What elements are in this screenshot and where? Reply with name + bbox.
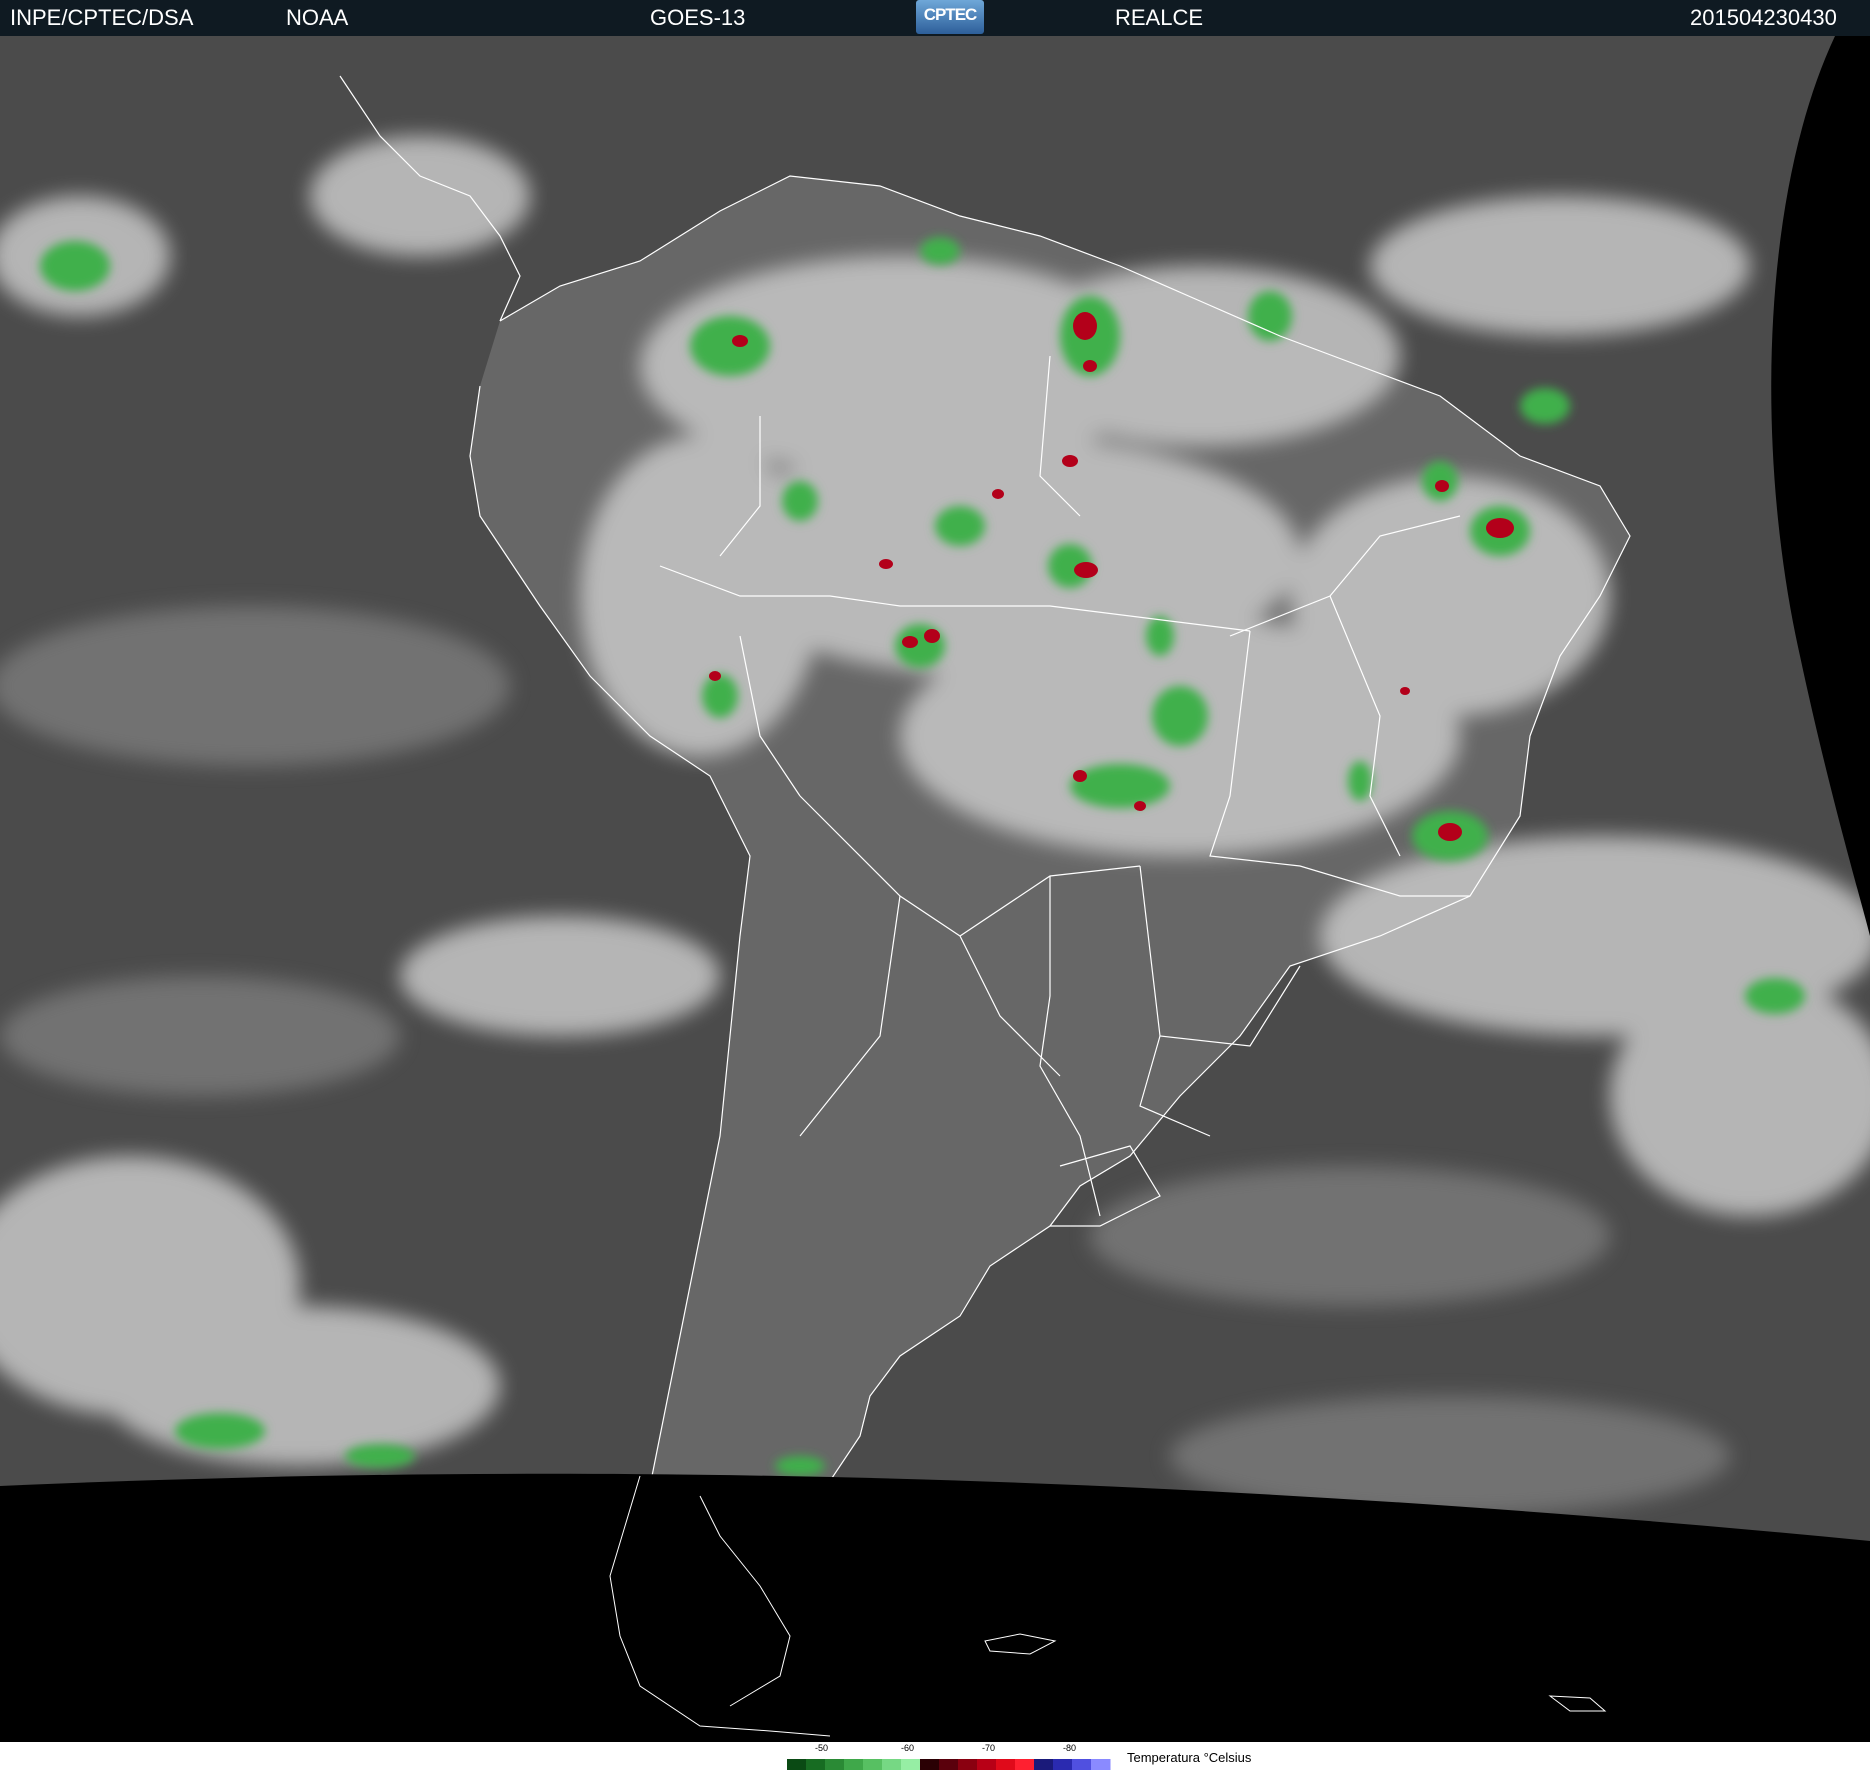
legend-tick: -50 <box>815 1743 829 1753</box>
satellite-label: GOES-13 <box>650 5 746 30</box>
legend-swatch <box>1053 1759 1073 1770</box>
legend-swatch <box>901 1759 921 1770</box>
legend-swatch <box>977 1759 997 1770</box>
legend-swatch <box>1034 1759 1054 1770</box>
source-label: INPE/CPTEC/DSA <box>10 5 194 30</box>
cptec-logo: CPTEC <box>916 0 984 34</box>
legend-tick: -60 <box>901 1743 915 1753</box>
legend-swatch <box>882 1759 902 1770</box>
legend-title: Temperatura °Celsius <box>1127 1750 1252 1765</box>
agency-label: NOAA <box>286 5 349 30</box>
satellite-map <box>0 36 1870 1742</box>
legend-swatch <box>844 1759 864 1770</box>
legend-swatch <box>996 1759 1016 1770</box>
legend-swatch <box>920 1759 940 1770</box>
legend-swatch <box>939 1759 959 1770</box>
legend-tick: -70 <box>982 1743 996 1753</box>
product-label: REALCE <box>1115 5 1204 30</box>
legend-swatch <box>1091 1759 1111 1770</box>
legend-swatch <box>1015 1759 1035 1770</box>
temperature-legend: -50 -60 -70 -80 Temperatura °Celsius <box>0 1742 1870 1770</box>
timestamp-label: 201504230430 <box>1690 5 1837 30</box>
legend-tick: -80 <box>1063 1743 1077 1753</box>
legend-swatch <box>958 1759 978 1770</box>
legend-swatch <box>825 1759 845 1770</box>
legend-color-bar <box>787 1759 1111 1770</box>
legend-swatch <box>1072 1759 1092 1770</box>
legend-swatch <box>787 1759 807 1770</box>
legend-swatch <box>863 1759 883 1770</box>
legend-swatch <box>806 1759 826 1770</box>
image-header: INPE/CPTEC/DSA NOAA GOES-13 CPTEC REALCE… <box>0 0 1870 36</box>
